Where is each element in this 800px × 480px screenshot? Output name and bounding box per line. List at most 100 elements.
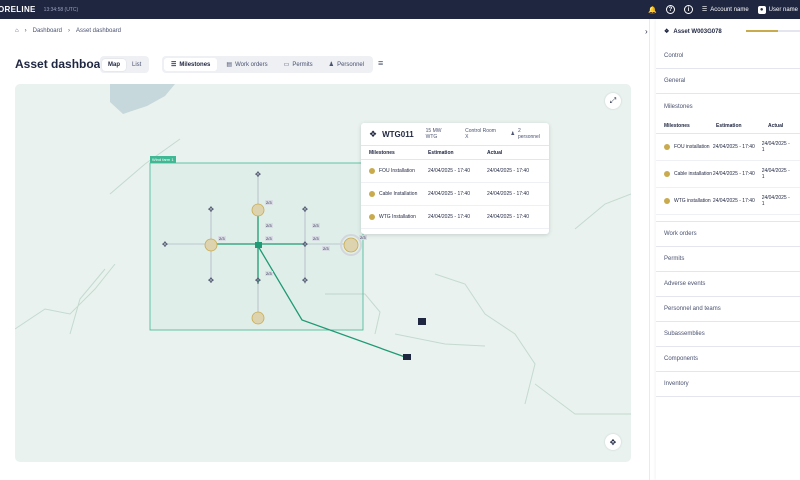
dashboard-tabs: ☰ Milestones ▤ Work orders ▭ Permits ♟ Perso… xyxy=(162,56,374,73)
status-dot xyxy=(369,214,375,220)
svg-text:❖: ❖ xyxy=(254,276,261,285)
actual-cell: 24/04/2025 - 1 xyxy=(761,168,790,180)
bell-icon[interactable]: 🔔 xyxy=(648,5,657,14)
milestones-icon: ☰ xyxy=(171,62,177,68)
top-bar: ORELINE 13:34:58 (UTC) 🔔 ? i ☰ Account n… xyxy=(0,0,800,19)
svg-text:❖: ❖ xyxy=(207,205,214,214)
map-view-button[interactable]: Map xyxy=(102,58,126,71)
section-work-orders[interactable]: Work orders xyxy=(656,222,800,247)
recenter-icon[interactable]: ✥ xyxy=(605,434,621,450)
status-dot xyxy=(664,144,670,150)
tab-milestones[interactable]: ☰ Milestones xyxy=(164,58,218,71)
col-estimation: Estimation xyxy=(428,149,454,156)
table-row[interactable]: Cable installation 24/04/2025 - 17:40 24… xyxy=(656,161,800,188)
section-adverse-events[interactable]: Adverse events xyxy=(656,272,800,297)
col-actual: Actual xyxy=(768,123,784,129)
actual-cell: 24/04/2025 - 17:40 xyxy=(487,168,529,174)
turbine-icon: ❖ xyxy=(369,128,378,139)
section-permits[interactable]: Permits xyxy=(656,247,800,272)
sliders-icon: ☰ xyxy=(701,7,708,13)
breadcrumb-asset-dashboard[interactable]: Asset dashboard xyxy=(76,28,121,34)
section-inventory[interactable]: Inventory xyxy=(656,372,800,397)
table-row[interactable]: FOU installation 24/04/2025 - 17:40 24/0… xyxy=(656,134,800,161)
account-name: Account name xyxy=(710,6,749,13)
work-order-icon: ▤ xyxy=(226,62,233,68)
port-icon xyxy=(403,354,411,360)
substation-icon xyxy=(255,242,262,248)
building-icon xyxy=(418,318,426,325)
turbine-popup: ❖ WTG011 15 MW WTG Control Room X ♟ 2 pe… xyxy=(361,123,549,234)
badge: 2/3 xyxy=(265,200,273,205)
control-room: Control Room X xyxy=(465,128,496,140)
topbar-actions: 🔔 ? i ☰ Account name ● User name xyxy=(648,0,800,19)
tab-personnel[interactable]: ♟ Personnel xyxy=(322,58,371,71)
milestone-name: FOU Installation xyxy=(379,168,415,174)
document-icon: ▭ xyxy=(283,62,290,68)
svg-text:❖: ❖ xyxy=(301,276,308,285)
person-icon: ♟ xyxy=(510,131,515,137)
milestone-cell: FOU installation xyxy=(664,144,713,150)
status-dot xyxy=(369,191,375,197)
chevron-right-icon: › xyxy=(67,28,70,34)
milestone-cell: FOU Installation xyxy=(369,168,428,174)
svg-text:❖: ❖ xyxy=(254,170,261,179)
breadcrumb-dashboard[interactable]: Dashboard xyxy=(33,28,62,34)
list-view-button[interactable]: List xyxy=(126,59,147,71)
page-title: Asset dashboard xyxy=(15,57,113,71)
water-body xyxy=(110,84,175,114)
badge: 2/3 xyxy=(322,246,330,251)
section-components[interactable]: Components xyxy=(656,347,800,372)
badge: 2/3 xyxy=(265,223,273,228)
milestone-cell: WTG installation xyxy=(664,198,713,204)
milestone-cell: Cable installation xyxy=(664,171,713,177)
person-icon: ♟ xyxy=(328,62,335,68)
account-menu[interactable]: ☰ Account name xyxy=(701,6,749,14)
badge: 2/3 xyxy=(218,236,226,241)
map-view[interactable]: ❖ ❖ ❖ ❖ ❖ ❖ ❖ ❖ Wind farm 1 2/3 2/3 2/3 2/3 2… xyxy=(15,84,631,462)
home-icon[interactable]: ⌂ xyxy=(15,28,19,34)
estimation-cell: 24/04/2025 - 17:40 xyxy=(428,168,470,174)
tab-work-orders[interactable]: ▤ Work orders xyxy=(219,58,274,71)
asset-progress-bar xyxy=(746,30,800,32)
popup-table-header: Milestones Estimation Actual xyxy=(361,146,549,160)
milestone-name: Cable installation xyxy=(674,171,713,177)
view-toggle: Map List xyxy=(100,56,150,73)
filter-icon[interactable]: ≡ xyxy=(378,58,383,68)
svg-text:❖: ❖ xyxy=(301,240,308,249)
section-subassemblies[interactable]: Subassemblies xyxy=(656,322,800,347)
tab-permits[interactable]: ▭ Permits xyxy=(277,58,320,71)
table-row[interactable]: FOU Installation 24/04/2025 - 17:40 24/0… xyxy=(361,160,549,183)
svg-text:❖: ❖ xyxy=(301,205,308,214)
actual-cell: 24/04/2025 - 17:40 xyxy=(487,214,529,220)
svg-text:❖: ❖ xyxy=(161,240,168,249)
table-row[interactable]: Cable Installation 24/04/2025 - 17:40 24… xyxy=(361,183,549,206)
section-personnel-teams[interactable]: Personnel and teams xyxy=(656,297,800,322)
estimation-cell: 24/04/2025 - 17:40 xyxy=(712,171,755,177)
help-icon[interactable]: ? xyxy=(665,5,675,14)
table-row[interactable]: WTG installation 24/04/2025 - 17:40 24/0… xyxy=(656,188,800,215)
badge: 2/3 xyxy=(265,271,273,276)
actual-cell: 24/04/2025 - 1 xyxy=(761,195,790,207)
chevron-right-icon: › xyxy=(24,28,27,34)
milestones-title[interactable]: Milestones xyxy=(656,94,800,119)
progress-fill xyxy=(746,30,779,32)
estimation-cell: 24/04/2025 - 17:40 xyxy=(428,191,470,197)
user-menu[interactable]: ● User name xyxy=(757,5,798,14)
section-general[interactable]: General xyxy=(656,69,800,94)
section-control[interactable]: Control xyxy=(656,44,800,69)
utc-clock: 13:34:58 (UTC) xyxy=(43,6,79,13)
section-milestones: Milestones Milestones Estimation Actual … xyxy=(656,94,800,222)
chevron-right-icon[interactable]: › xyxy=(645,27,648,36)
estimation-cell: 24/04/2025 - 17:40 xyxy=(428,214,470,220)
col-milestones: Milestones xyxy=(664,123,690,129)
table-row[interactable]: WTG Installation 24/04/2025 - 17:40 24/0… xyxy=(361,206,549,229)
turbine-rating: 15 MW WTG xyxy=(425,128,442,140)
tab-label: Milestones xyxy=(179,61,211,68)
info-icon[interactable]: i xyxy=(683,5,693,14)
col-milestones: Milestones xyxy=(369,149,395,156)
asset-name: Asset W003G078 xyxy=(673,28,722,35)
divider xyxy=(649,19,650,480)
personnel-count: 2 personnel xyxy=(517,128,540,140)
milestone-name: FOU installation xyxy=(674,144,710,150)
fullscreen-icon[interactable]: ⤢ xyxy=(605,93,621,109)
